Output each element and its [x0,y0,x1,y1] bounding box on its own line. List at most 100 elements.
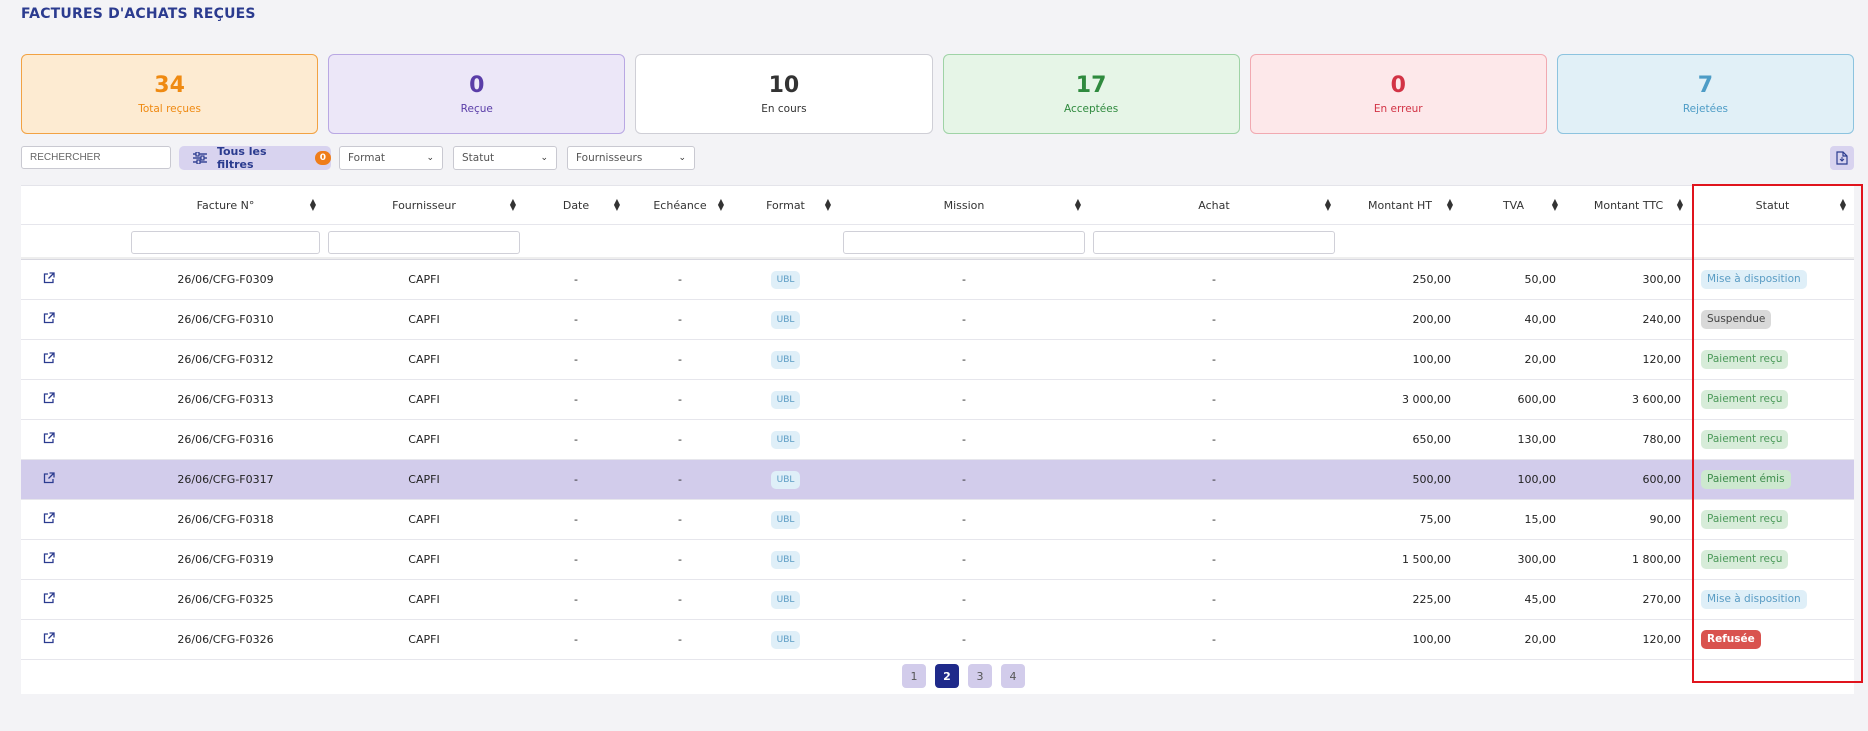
card-label: En cours [761,103,807,115]
format-badge: UBL [770,390,801,409]
external-link-icon[interactable] [43,432,55,444]
invoices-table-container: Facture N° ▲ ▼ Fournisseur ▲ ▼ Date ▲ ▼ Echéan… [21,185,1854,694]
column-header[interactable]: Montant TTC ▲ ▼ [1566,186,1691,225]
summary-cards: 34 Total reçues 0 Reçue 10 En cours 17 Acce… [21,54,1855,134]
format-badge: UBL [770,550,801,569]
table-row[interactable]: 26/06/CFG-F0317 CAPFI - - UBL - - 500,00… [21,459,1854,500]
amount-ht: 250,00 [1339,259,1461,300]
column-header-label: Montant HT [1367,198,1433,212]
status-badge: Mise à disposition [1701,590,1807,609]
fournisseur-filter-input[interactable] [328,230,520,254]
column-header[interactable]: Achat ▲ ▼ [1089,186,1339,225]
page-button[interactable]: 3 [968,664,992,688]
achat: - [1089,379,1339,420]
column-header-label: Mission [943,198,985,212]
all-filters-button[interactable]: Tous les filtres 0 [179,145,331,171]
external-link-icon[interactable] [43,592,55,604]
summary-card[interactable]: 0 Reçue [328,54,626,134]
invoice-number: 26/06/CFG-F0325 [127,579,324,620]
due-date: - [628,539,732,580]
page-button[interactable]: 1 [902,664,926,688]
page-button[interactable]: 2 [935,664,959,688]
search-input[interactable] [21,146,171,169]
amount-ttc: 780,00 [1566,419,1691,460]
sort-icon[interactable]: ▲ ▼ [1552,198,1558,212]
column-header[interactable]: Montant HT ▲ ▼ [1339,186,1461,225]
external-link-icon[interactable] [43,632,55,644]
sort-icon[interactable]: ▲ ▼ [825,198,831,212]
sort-icon[interactable]: ▲ ▼ [1075,198,1081,212]
column-header[interactable]: Echéance ▲ ▼ [628,186,732,225]
amount-ttc: 300,00 [1566,259,1691,300]
date: - [524,259,628,300]
achat-filter-input[interactable] [1093,230,1335,254]
status-badge: Paiement reçu [1701,430,1789,449]
external-link-icon[interactable] [43,512,55,524]
invoices-table: Facture N° ▲ ▼ Fournisseur ▲ ▼ Date ▲ ▼ Echéan… [21,186,1854,660]
amount-ttc: 90,00 [1566,499,1691,540]
column-header[interactable]: TVA ▲ ▼ [1461,186,1566,225]
table-row[interactable]: 26/06/CFG-F0313 CAPFI - - UBL - - 3 000,… [21,379,1854,420]
statut-dropdown[interactable]: Statut ⌄ [453,146,557,170]
table-row[interactable]: 26/06/CFG-F0312 CAPFI - - UBL - - 100,00… [21,339,1854,380]
sort-icon[interactable]: ▲ ▼ [1677,198,1683,212]
column-header-label: Echéance [653,198,707,212]
sort-icon[interactable]: ▲ ▼ [1447,198,1453,212]
sort-icon[interactable]: ▲ ▼ [310,198,316,212]
facture-filter-input[interactable] [131,230,320,254]
sort-icon[interactable]: ▲ ▼ [614,198,620,212]
mission-filter-input[interactable] [843,230,1085,254]
tva: 300,00 [1461,539,1566,580]
summary-card[interactable]: 7 Rejetées [1556,54,1855,134]
external-link-icon[interactable] [43,272,55,284]
supplier: CAPFI [324,539,524,580]
external-link-icon[interactable] [43,312,55,324]
date: - [524,619,628,660]
external-link-icon[interactable] [43,352,55,364]
chevron-down-icon: ⌄ [426,153,434,163]
column-header-label: Montant TTC [1593,198,1664,212]
table-row[interactable]: 26/06/CFG-F0316 CAPFI - - UBL - - 650,00… [21,419,1854,460]
column-header[interactable]: Fournisseur ▲ ▼ [324,186,524,225]
export-button[interactable] [1830,146,1854,170]
external-link-icon[interactable] [43,552,55,564]
status-badge: Paiement reçu [1701,550,1789,569]
summary-card[interactable]: 34 Total reçues [21,54,319,134]
card-value: 10 [768,73,800,98]
table-row[interactable]: 26/06/CFG-F0319 CAPFI - - UBL - - 1 500,… [21,539,1854,580]
format-dropdown[interactable]: Format ⌄ [339,146,443,170]
amount-ht: 75,00 [1339,499,1461,540]
supplier: CAPFI [324,339,524,380]
external-link-icon[interactable] [43,472,55,484]
table-row[interactable]: 26/06/CFG-F0310 CAPFI - - UBL - - 200,00… [21,299,1854,340]
fournisseurs-dropdown[interactable]: Fournisseurs ⌄ [567,146,695,170]
column-header-label: Format [766,198,805,212]
sort-icon[interactable]: ▲ ▼ [718,198,724,212]
table-row[interactable]: 26/06/CFG-F0325 CAPFI - - UBL - - 225,00… [21,579,1854,620]
summary-card[interactable]: 0 En erreur [1249,54,1547,134]
summary-card[interactable]: 17 Acceptées [942,54,1240,134]
mission: - [839,579,1089,620]
amount-ttc: 120,00 [1566,339,1691,380]
column-header[interactable]: Statut ▲ ▼ [1691,186,1854,225]
mission: - [839,379,1089,420]
table-row[interactable]: 26/06/CFG-F0326 CAPFI - - UBL - - 100,00… [21,619,1854,660]
column-header[interactable]: Facture N° ▲ ▼ [127,186,324,225]
amount-ttc: 240,00 [1566,299,1691,340]
table-row[interactable]: 26/06/CFG-F0309 CAPFI - - UBL - - 250,00… [21,259,1854,300]
sort-icon[interactable]: ▲ ▼ [1840,198,1846,212]
due-date: - [628,579,732,620]
status-badge: Paiement reçu [1701,350,1789,369]
format-badge: UBL [770,350,801,369]
table-row[interactable]: 26/06/CFG-F0318 CAPFI - - UBL - - 75,00 … [21,499,1854,540]
column-header[interactable]: Date ▲ ▼ [524,186,628,225]
page-button[interactable]: 4 [1001,664,1025,688]
column-header[interactable]: Mission ▲ ▼ [839,186,1089,225]
external-link-icon[interactable] [43,392,55,404]
column-header[interactable]: Format ▲ ▼ [732,186,839,225]
sort-icon[interactable]: ▲ ▼ [1325,198,1331,212]
summary-card[interactable]: 10 En cours [635,54,933,134]
amount-ht: 1 500,00 [1339,539,1461,580]
format-badge: UBL [770,470,801,489]
sort-icon[interactable]: ▲ ▼ [510,198,516,212]
